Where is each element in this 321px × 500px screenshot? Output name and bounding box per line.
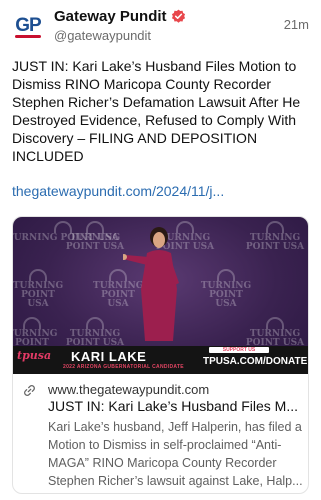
card-title[interactable]: JUST IN: Kari Lake’s Husband Files M...: [48, 398, 303, 414]
lower-third-logo: tpusa: [17, 349, 52, 362]
card-image[interactable]: TURNING POINT USA TURNING POINT USA TURN…: [13, 217, 308, 374]
speaker-figure: [123, 227, 179, 341]
link-preview-card[interactable]: TURNING POINT USA TURNING POINT USA TURN…: [12, 216, 309, 494]
post-link[interactable]: thegatewaypundit.com/2024/11/j...: [12, 183, 224, 199]
lower-third-banner: tpusa KARI LAKE 2022 ARIZONA GUBERNATORI…: [13, 346, 308, 374]
avatar[interactable]: GP: [12, 10, 44, 42]
handle[interactable]: @gatewaypundit: [54, 28, 151, 43]
link-icon: [23, 384, 36, 397]
lower-third-support: SUPPORT US: [209, 347, 269, 353]
bg-logo: TURNING POINT USA: [199, 269, 253, 309]
card-description: Kari Lake’s husband, Jeff Halperin, has …: [48, 420, 303, 488]
avatar-logo: GP: [15, 15, 41, 36]
lower-third-url: TPUSA.COM/DONATE: [203, 356, 308, 367]
bg-logo: TURNING POINT USA: [65, 221, 125, 252]
post-text: JUST IN: Kari Lake’s Husband Files Motio…: [12, 58, 301, 164]
display-name[interactable]: Gateway Pundit: [54, 8, 167, 25]
name-row: Gateway Pundit: [54, 8, 186, 25]
lower-third-name: KARI LAKE: [71, 349, 147, 364]
bg-logo: TURNING POINT USA: [245, 317, 305, 348]
bg-logo: TURNING POINT USA: [65, 317, 125, 348]
card-footer[interactable]: www.thegatewaypundit.com JUST IN: Kari L…: [13, 374, 308, 493]
post-header: GP Gateway Pundit @gatewaypundit 21m: [12, 6, 311, 46]
bg-logo: TURNING POINT USA: [245, 221, 305, 252]
timestamp[interactable]: 21m: [284, 17, 309, 32]
bg-logo: TURNING POINT USA: [13, 269, 65, 309]
avatar-swoosh: [15, 35, 41, 38]
verified-badge-icon: [171, 9, 186, 24]
card-domain: www.thegatewaypundit.com: [48, 382, 210, 397]
lower-third-subtitle: 2022 ARIZONA GUBERNATORIAL CANDIDATE: [63, 364, 184, 370]
